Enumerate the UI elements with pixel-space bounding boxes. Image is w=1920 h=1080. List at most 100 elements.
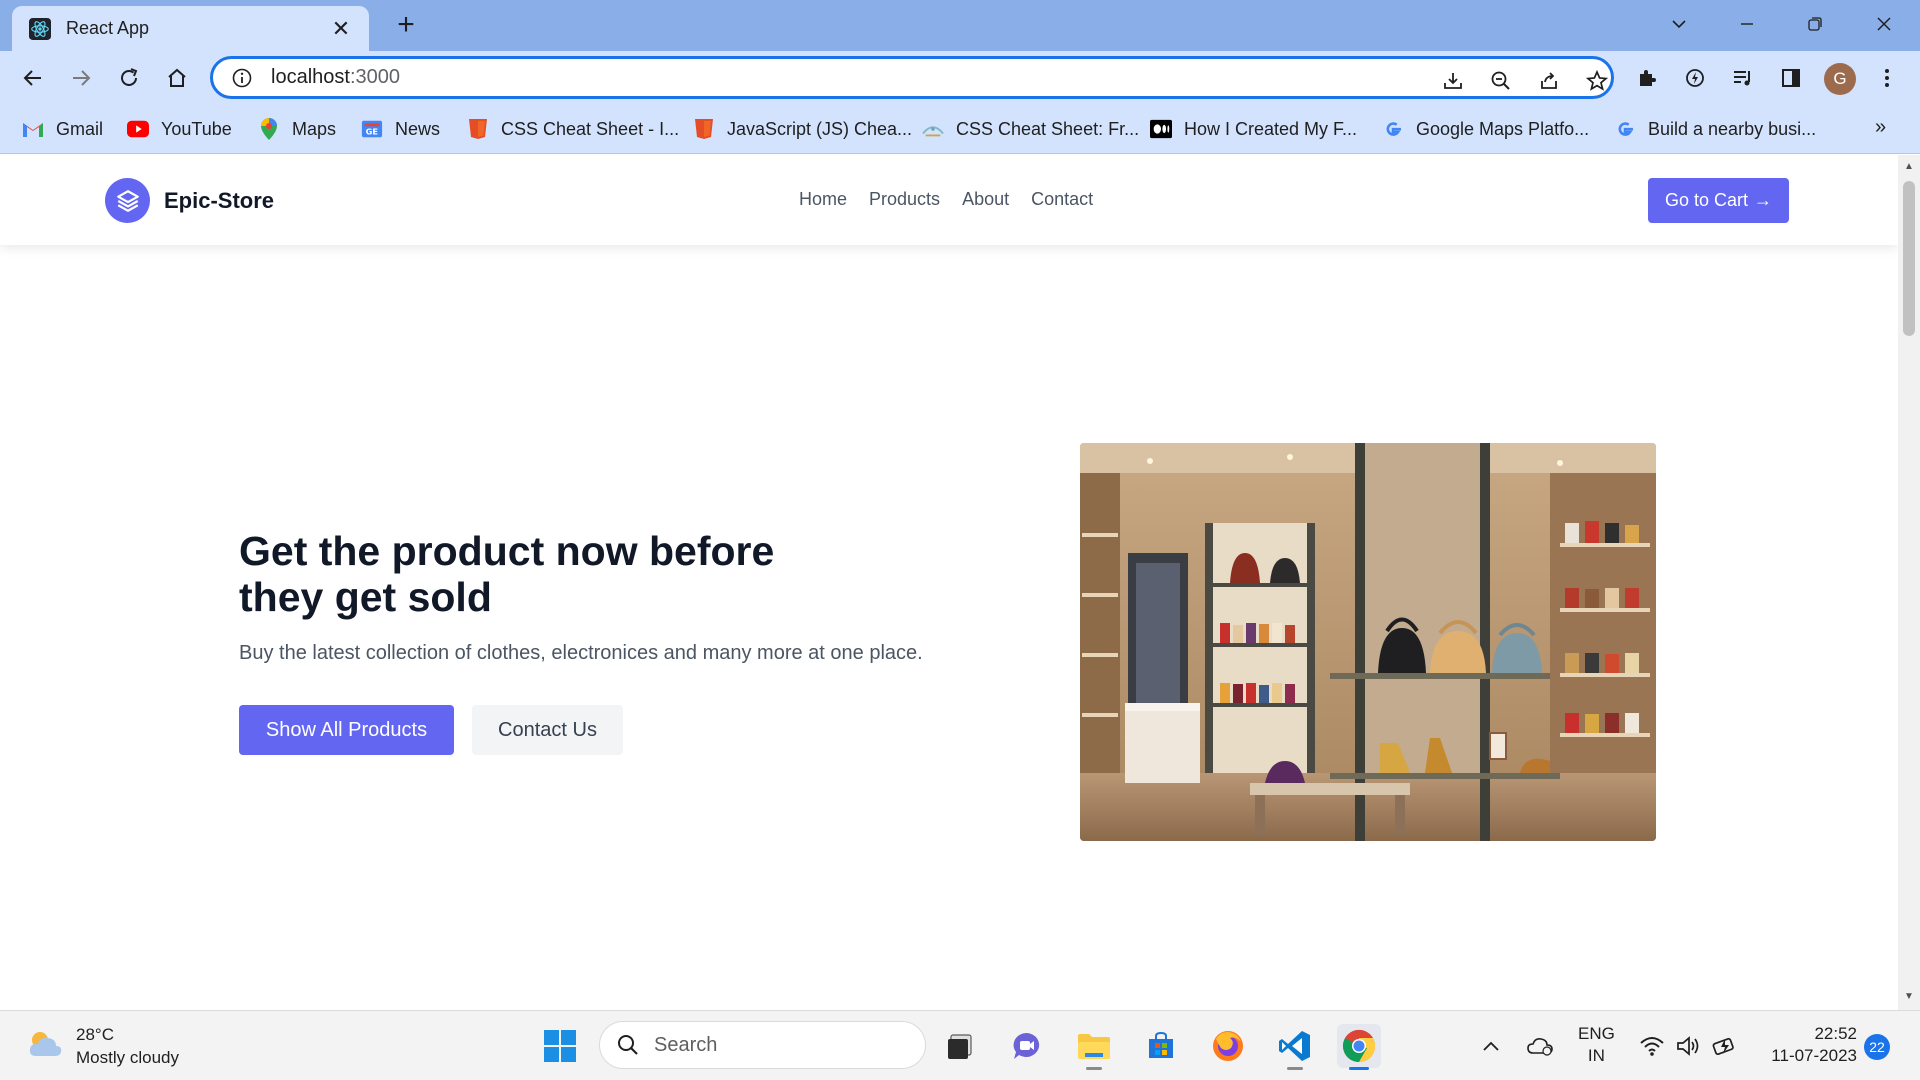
- svg-text:GE: GE: [366, 127, 379, 137]
- taskbar-teams[interactable]: [1005, 1024, 1049, 1068]
- scroll-down-icon[interactable]: ▼: [1903, 991, 1915, 1003]
- show-hidden-icons-button[interactable]: [1476, 1011, 1506, 1080]
- wifi-tray-icon[interactable]: [1636, 1011, 1668, 1080]
- browser-tab[interactable]: React App ✕: [12, 6, 369, 51]
- bookmark-news[interactable]: GE News: [361, 117, 440, 141]
- taskbar-file-explorer[interactable]: [1072, 1024, 1116, 1070]
- region-code: IN: [1587, 1046, 1605, 1065]
- speed-icon: [1686, 69, 1704, 87]
- bookmark-google-maps-platform[interactable]: Google Maps Platfo...: [1382, 117, 1589, 141]
- home-button[interactable]: [160, 61, 194, 95]
- close-window-button[interactable]: [1864, 8, 1904, 40]
- weather-widget[interactable]: 28°C Mostly cloudy: [26, 1023, 179, 1069]
- running-indicator: [1287, 1067, 1303, 1070]
- brand-link[interactable]: Epic-Store: [105, 178, 274, 223]
- restore-icon: [1808, 17, 1822, 31]
- menu-button[interactable]: [1870, 61, 1904, 95]
- media-button[interactable]: [1726, 61, 1760, 95]
- bookmark-label: JavaScript (JS) Chea...: [727, 118, 913, 139]
- bookmark-css-cheat-sheet[interactable]: CSS Cheat Sheet - I...: [467, 117, 679, 141]
- close-icon: [1877, 17, 1891, 31]
- info-icon[interactable]: [231, 67, 253, 89]
- bookmark-css-cheat-sheet-free[interactable]: CSS Cheat Sheet: Fr...: [922, 117, 1139, 141]
- chevron-down-icon: [1672, 20, 1686, 29]
- speaker-icon: [1677, 1036, 1699, 1056]
- battery-tray-icon[interactable]: [1708, 1011, 1742, 1080]
- scroll-up-icon[interactable]: ▲: [1903, 161, 1915, 173]
- taskbar-task-view[interactable]: [938, 1024, 982, 1068]
- performance-button[interactable]: [1678, 61, 1712, 95]
- start-button[interactable]: [538, 1024, 582, 1068]
- brand-name: Epic-Store: [164, 187, 275, 213]
- taskbar-vscode[interactable]: [1273, 1024, 1317, 1070]
- nav-products[interactable]: Products: [869, 189, 940, 210]
- site-icon: [922, 118, 944, 140]
- onedrive-tray-icon[interactable]: [1522, 1011, 1558, 1080]
- medium-icon: [1150, 118, 1172, 140]
- show-all-products-button[interactable]: Show All Products: [239, 705, 454, 755]
- news-icon: GE: [361, 118, 383, 140]
- bookmark-label: YouTube: [161, 118, 232, 139]
- cloud-sync-icon: [1527, 1038, 1553, 1056]
- bookmark-youtube[interactable]: YouTube: [127, 117, 232, 141]
- install-app-icon[interactable]: [1439, 67, 1467, 95]
- nav-home[interactable]: Home: [799, 189, 847, 210]
- share-icon[interactable]: [1535, 67, 1563, 95]
- bookmark-label: Gmail: [56, 118, 104, 139]
- maps-icon: [258, 118, 280, 140]
- bookmark-label: How I Created My F...: [1184, 118, 1358, 139]
- zoom-icon[interactable]: [1487, 67, 1515, 95]
- clock-date: 11-07-2023: [1771, 1046, 1857, 1065]
- bookmark-label: CSS Cheat Sheet - I...: [501, 118, 680, 139]
- windows-icon: [544, 1030, 576, 1062]
- go-to-cart-button[interactable]: Go to Cart →: [1648, 178, 1789, 223]
- language-indicator[interactable]: ENG IN: [1578, 1023, 1615, 1067]
- system-clock[interactable]: 22:52 11-07-2023: [1762, 1023, 1857, 1067]
- reload-button[interactable]: [112, 61, 146, 95]
- running-indicator: [1086, 1067, 1102, 1070]
- hero-store-image: [1080, 443, 1656, 841]
- bookmark-maps[interactable]: Maps: [258, 117, 336, 141]
- url-text[interactable]: localhost:3000: [271, 66, 400, 89]
- hero-subtitle: Buy the latest collection of clothes, el…: [239, 642, 923, 664]
- new-tab-button[interactable]: +: [390, 9, 422, 41]
- bookmark-build-nearby-business[interactable]: Build a nearby busi...: [1614, 117, 1816, 141]
- bookmarks-overflow-button[interactable]: »: [1875, 116, 1886, 139]
- nav-about[interactable]: About: [962, 189, 1009, 210]
- extensions-button[interactable]: [1630, 61, 1664, 95]
- page-scrollbar[interactable]: ▲ ▼: [1898, 155, 1920, 1010]
- home-icon: [168, 68, 186, 87]
- taskbar-search[interactable]: Search: [599, 1021, 926, 1069]
- language-code: ENG: [1578, 1024, 1615, 1043]
- minimize-icon: [1741, 23, 1753, 25]
- back-button[interactable]: [16, 61, 50, 95]
- scroll-thumb[interactable]: [1903, 181, 1915, 336]
- nav-contact[interactable]: Contact: [1031, 189, 1093, 210]
- address-bar[interactable]: localhost:3000: [210, 56, 1614, 99]
- bookmark-medium-article[interactable]: How I Created My F...: [1150, 117, 1357, 141]
- browser-toolbar: localhost:3000 G: [0, 51, 1920, 104]
- url-port: :3000: [349, 66, 400, 88]
- bookmark-star-icon[interactable]: [1583, 67, 1611, 95]
- bookmark-gmail[interactable]: Gmail: [22, 117, 103, 141]
- taskbar-chrome[interactable]: [1337, 1024, 1381, 1070]
- main-nav: Home Products About Contact: [799, 189, 1093, 210]
- bookmark-javascript-cheat-sheet[interactable]: JavaScript (JS) Chea...: [693, 117, 912, 141]
- contact-us-button[interactable]: Contact Us: [472, 705, 623, 755]
- forward-button[interactable]: [64, 61, 98, 95]
- react-icon: [28, 17, 52, 41]
- taskbar-firefox[interactable]: [1206, 1024, 1250, 1068]
- profile-avatar[interactable]: G: [1824, 63, 1856, 95]
- tab-close-button[interactable]: ✕: [329, 16, 353, 42]
- bookmark-label: Maps: [292, 118, 337, 139]
- tab-search-button[interactable]: [1659, 8, 1699, 40]
- arrow-right-icon: [73, 70, 91, 86]
- restore-button[interactable]: [1795, 8, 1835, 40]
- side-panel-button[interactable]: [1774, 61, 1808, 95]
- clock-time: 22:52: [1814, 1024, 1857, 1043]
- taskbar-store[interactable]: [1139, 1024, 1183, 1068]
- minimize-button[interactable]: [1727, 8, 1767, 40]
- notification-badge[interactable]: 22: [1864, 1034, 1890, 1060]
- queue-music-icon: [1734, 71, 1750, 86]
- volume-tray-icon[interactable]: [1672, 1011, 1704, 1080]
